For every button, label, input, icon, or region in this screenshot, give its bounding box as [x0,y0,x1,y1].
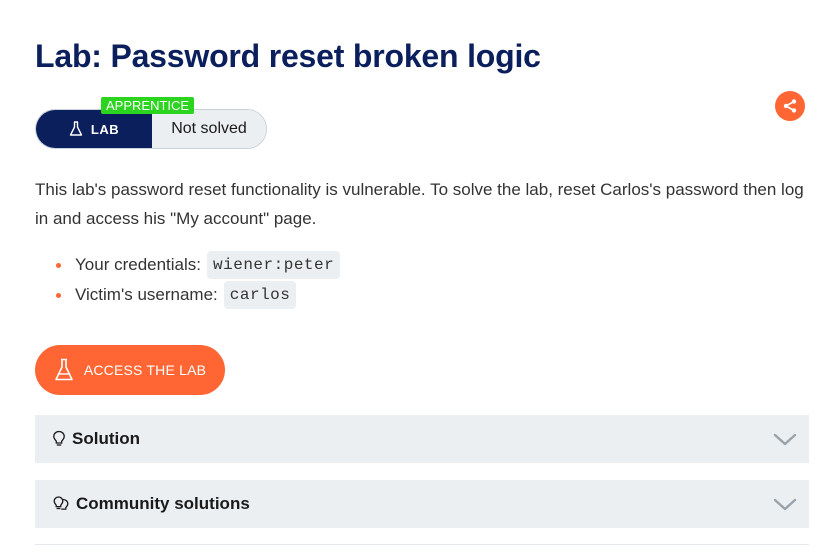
credentials-label: Your credentials: [75,255,202,274]
community-solutions-accordion[interactable]: Community solutions [35,480,809,528]
solved-status: Not solved [152,110,266,148]
share-button[interactable] [775,91,805,121]
community-lightbulbs-icon [53,496,69,510]
lab-type-label: LAB [36,110,152,148]
flask-icon [69,121,83,136]
victim-username-value: carlos [223,281,297,309]
lightbulb-icon [53,430,65,446]
access-lab-button[interactable]: ACCESS THE LAB [35,345,225,395]
solution-label: Solution [72,429,140,448]
page-title: Lab: Password reset broken logic [35,38,541,74]
chevron-down-icon[interactable] [773,427,797,451]
victim-username-label: Victim's username: [75,285,218,304]
credentials-value: wiener:peter [207,251,341,279]
chevron-down-icon[interactable] [773,492,797,516]
level-badge: APPRENTICE [101,97,195,114]
divider [35,544,809,545]
list-item: Victim's username: carlos [35,280,340,310]
lab-label-text: LAB [90,121,120,137]
list-item: Your credentials: wiener:peter [35,250,341,280]
lab-description: This lab's password reset functionality … [35,180,804,228]
solution-accordion[interactable]: Solution [35,415,809,463]
access-lab-label: ACCESS THE LAB [83,362,207,378]
community-solutions-label: Community solutions [76,494,250,513]
flask-icon [55,358,73,381]
share-icon [783,99,797,113]
lab-details-list: Your credentials: wiener:peter Victim's … [35,250,341,310]
lab-status-widget: LAB Not solved [35,109,267,149]
